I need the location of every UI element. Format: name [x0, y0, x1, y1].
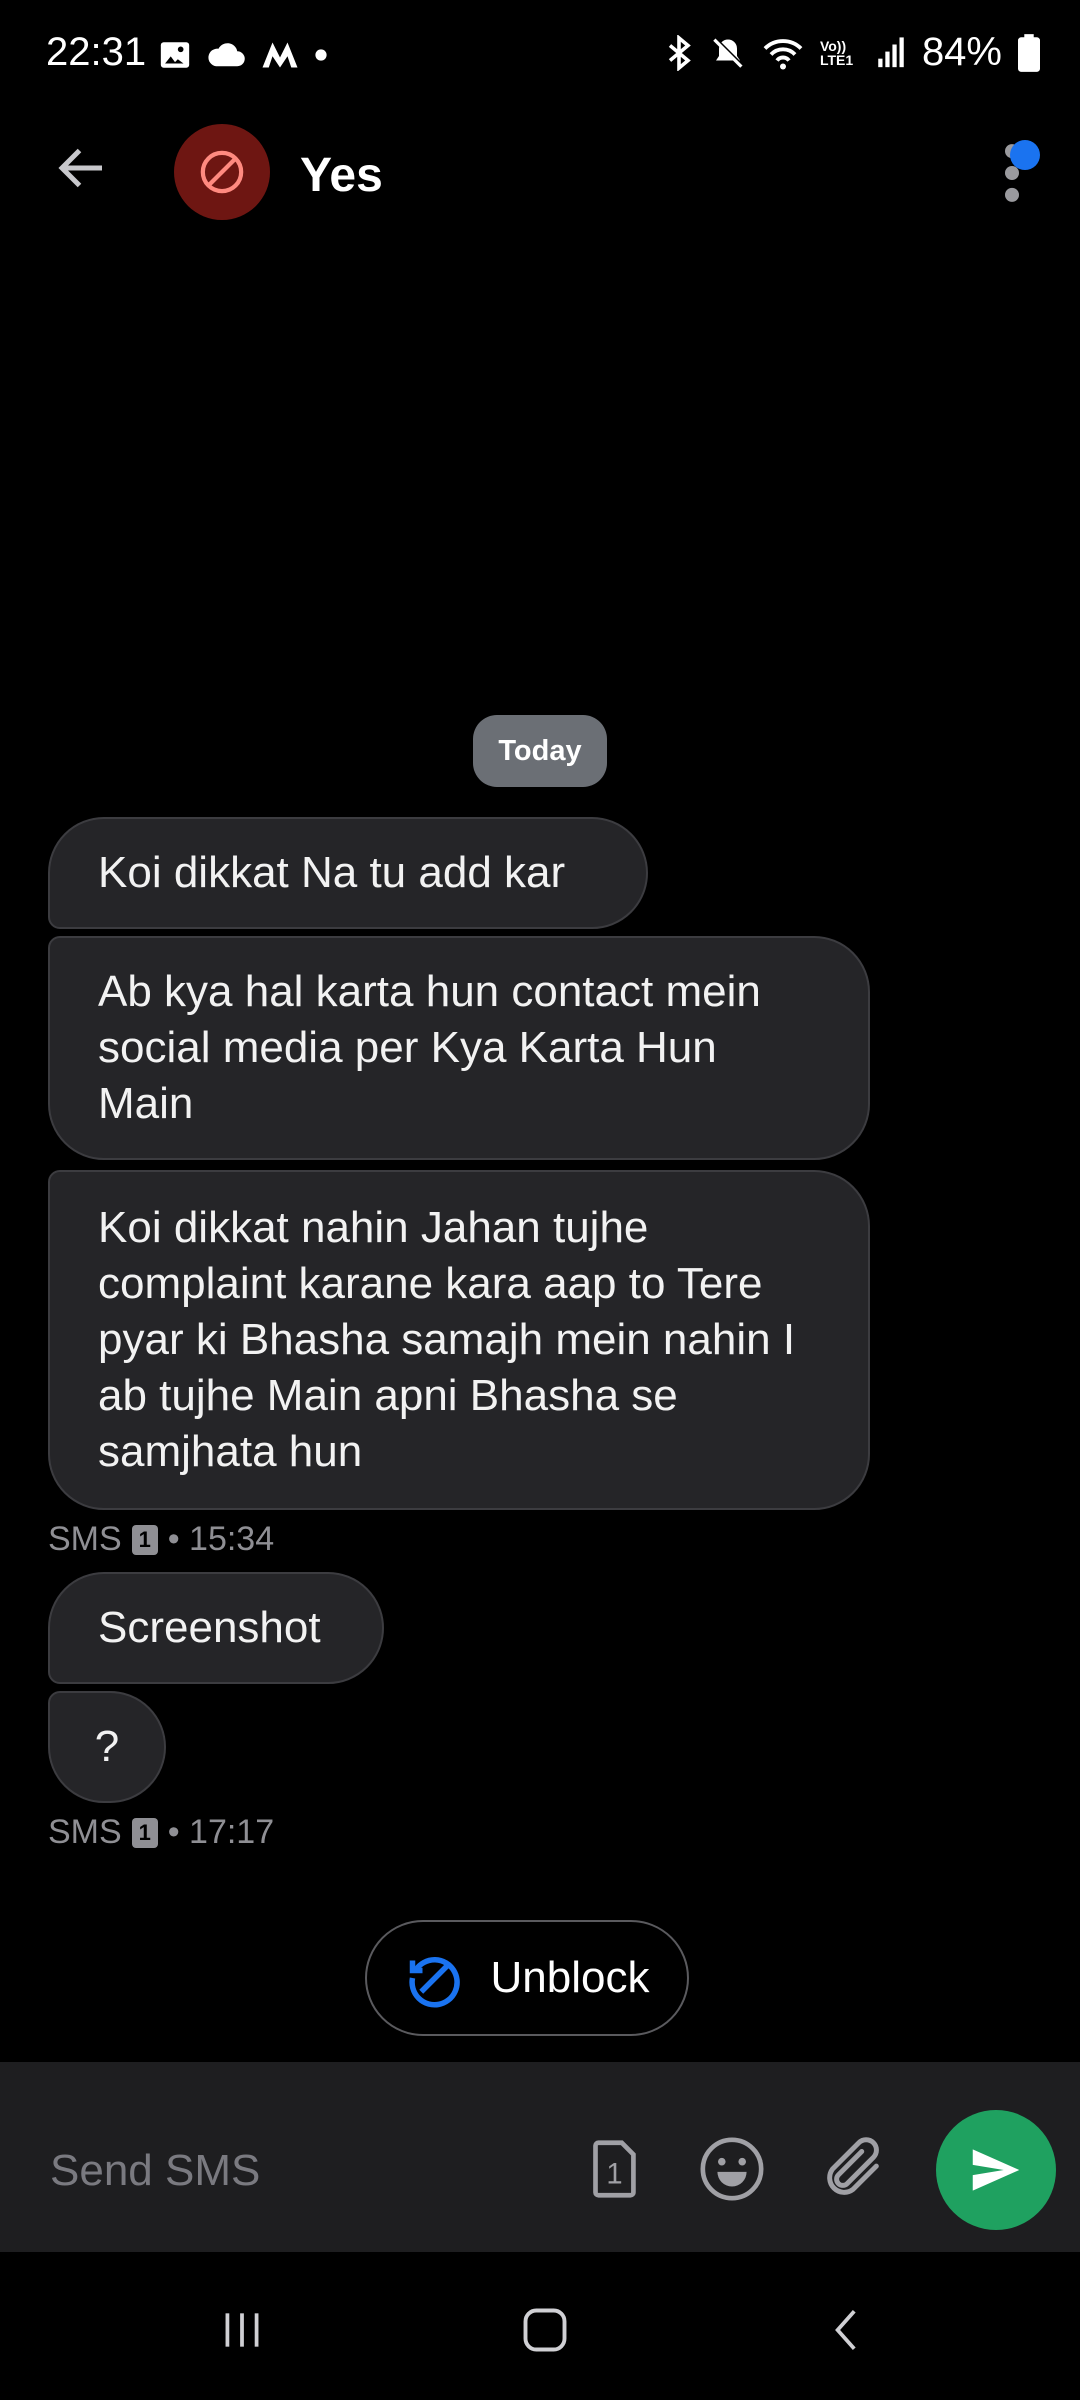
message-meta: SMS 1 • 15:34 [48, 1520, 274, 1559]
attach-icon [827, 2137, 879, 2195]
sim-select-button[interactable]: 1 [578, 2134, 648, 2204]
battery-icon [1018, 33, 1040, 72]
sim-badge: 1 [131, 1524, 158, 1555]
unblock-label: Unblock [490, 1953, 650, 2002]
cloud-icon [208, 43, 245, 67]
message-bubble[interactable]: Koi dikkat nahin Jahan tujhe complaint k… [48, 1170, 870, 1510]
recents-button[interactable] [202, 2300, 282, 2360]
recents-icon [225, 2313, 259, 2347]
meta-channel: SMS [48, 1813, 122, 1851]
send-button[interactable] [936, 2110, 1056, 2230]
attach-button[interactable] [818, 2134, 888, 2204]
nav-back-button[interactable] [808, 2300, 888, 2360]
message-meta: SMS 1 • 17:17 [48, 1813, 274, 1852]
status-time: 22:31 [46, 30, 147, 74]
m-logo-icon [262, 42, 298, 68]
message-bubble[interactable]: Screenshot [48, 1572, 384, 1684]
emoji-button[interactable] [697, 2134, 767, 2204]
message-text: Koi dikkat nahin Jahan tujhe complaint k… [98, 1203, 796, 1476]
wifi-icon [763, 38, 803, 69]
emoji-icon [700, 2137, 764, 2201]
bluetooth-icon [668, 34, 691, 71]
message-input[interactable] [48, 2140, 532, 2202]
home-icon [523, 2308, 567, 2352]
meta-time: • 17:17 [167, 1813, 275, 1851]
message-text: Screenshot [98, 1603, 321, 1652]
home-button[interactable] [505, 2300, 585, 2360]
contact-name[interactable]: Yes [300, 148, 383, 203]
unblock-icon [408, 1957, 460, 2008]
status-left-icons [158, 38, 328, 72]
notification-dot [1010, 140, 1040, 170]
message-bubble[interactable]: Koi dikkat Na tu add kar [48, 817, 648, 929]
message-bubble[interactable]: ? [48, 1691, 166, 1803]
meta-channel: SMS [48, 1520, 122, 1558]
nav-back-icon [835, 2310, 856, 2350]
unblock-button[interactable]: Unblock [365, 1920, 689, 2036]
status-right: Vo)) LTE1 84% [664, 30, 1040, 75]
signal-icon [878, 36, 904, 67]
avatar[interactable] [174, 124, 270, 220]
battery-percent: 84% [921, 30, 1002, 74]
date-chip: Today [473, 715, 607, 787]
back-arrow-icon [58, 148, 102, 188]
network-label: Vo)) LTE1 [819, 37, 854, 68]
sim-badge: 1 [131, 1817, 158, 1848]
image-icon [160, 42, 190, 68]
message-text: Ab kya hal karta hun contact mein social… [98, 967, 761, 1128]
message-bubble[interactable]: Ab kya hal karta hun contact mein social… [48, 936, 870, 1160]
mute-icon [713, 36, 744, 68]
message-text: ? [94, 1722, 120, 1771]
back-button[interactable] [52, 138, 112, 198]
sim-number: 1 [606, 2159, 622, 2191]
send-icon [972, 2149, 1020, 2191]
blocked-icon [200, 150, 244, 194]
message-text: Koi dikkat Na tu add kar [98, 848, 566, 897]
meta-time: • 15:34 [167, 1520, 275, 1558]
sim-card-icon: 1 [593, 2140, 636, 2198]
dot-icon [315, 49, 327, 61]
